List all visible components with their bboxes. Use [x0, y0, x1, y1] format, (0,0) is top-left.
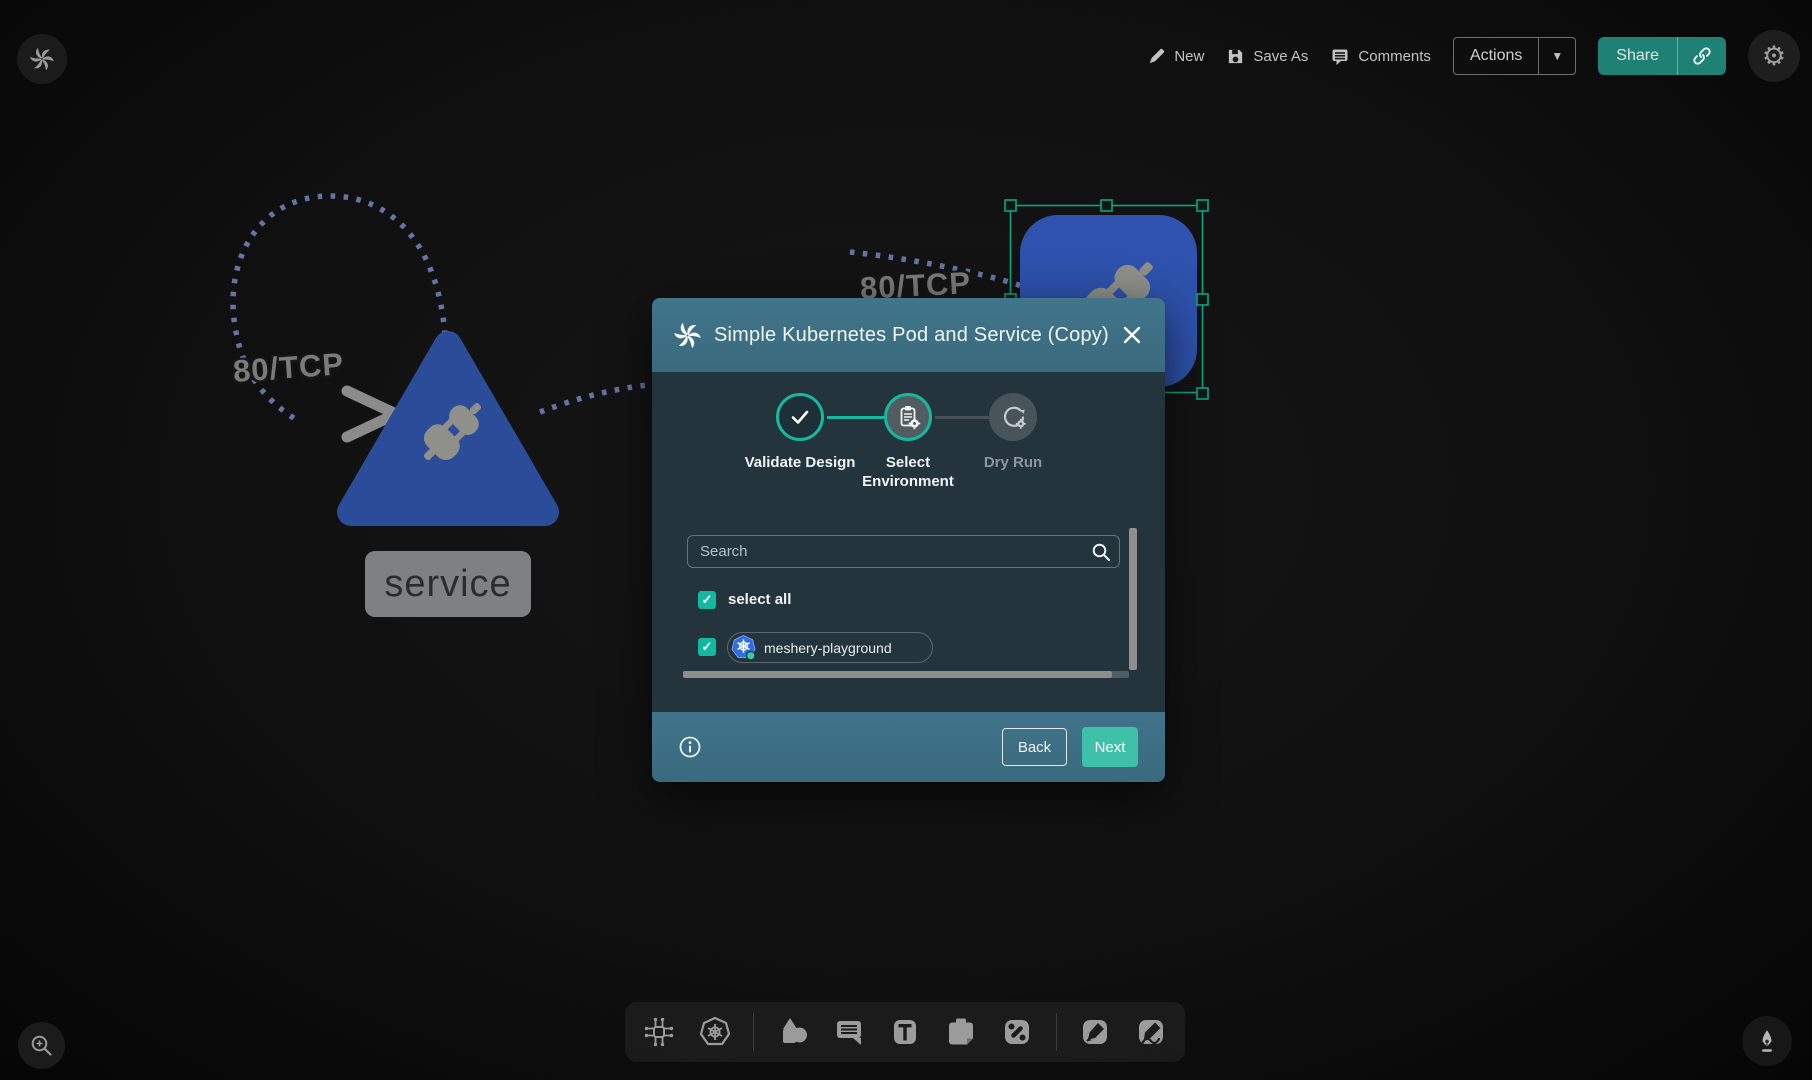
- actions-button[interactable]: Actions ▼: [1453, 37, 1576, 75]
- info-icon[interactable]: [678, 735, 702, 759]
- service-node-label[interactable]: service: [365, 551, 531, 617]
- save-as-label: Save As: [1253, 48, 1308, 65]
- step-connector-done: [827, 416, 884, 419]
- link-nodes-icon[interactable]: [999, 1014, 1035, 1050]
- clipboard-gear-icon: [893, 402, 923, 432]
- share-button[interactable]: Share: [1598, 37, 1726, 75]
- kubernetes-icon: [731, 634, 757, 661]
- back-button[interactable]: Back: [1002, 728, 1067, 766]
- gear-icon: ⚙: [1762, 41, 1786, 72]
- comments-button[interactable]: Comments: [1330, 46, 1431, 66]
- note-icon[interactable]: [943, 1014, 979, 1050]
- settings-button[interactable]: ⚙: [1748, 30, 1800, 82]
- canvas-tool-dock: [625, 1002, 1185, 1062]
- next-button[interactable]: Next: [1082, 727, 1138, 767]
- step-dry-run[interactable]: [989, 393, 1037, 441]
- check-icon: [788, 405, 812, 429]
- save-icon: [1226, 47, 1245, 66]
- component-icon[interactable]: [641, 1014, 677, 1050]
- dialog-header: Simple Kubernetes Pod and Service (Copy): [652, 298, 1165, 372]
- meshery-design-canvas: 80/TCP 80/TCP service New Sa: [0, 0, 1812, 1080]
- step-validate-design[interactable]: [776, 393, 824, 441]
- pencil-icon: [1147, 47, 1166, 66]
- horizontal-scrollbar[interactable]: [683, 671, 1129, 678]
- step-connector-pending: [935, 416, 989, 419]
- comments-icon: [1330, 46, 1350, 66]
- deploy-dialog: Simple Kubernetes Pod and Service (Copy): [652, 298, 1165, 782]
- dock-divider: [753, 1013, 754, 1051]
- dry-run-icon: [998, 402, 1028, 432]
- text-tool-icon[interactable]: [887, 1014, 923, 1050]
- link-icon[interactable]: [1677, 37, 1726, 75]
- close-icon[interactable]: [1121, 324, 1143, 346]
- search-input[interactable]: [687, 535, 1120, 568]
- dialog-footer: Back Next: [652, 712, 1165, 782]
- dock-divider: [1056, 1013, 1057, 1051]
- save-as-button[interactable]: Save As: [1226, 47, 1308, 66]
- shapes-icon[interactable]: [775, 1014, 811, 1050]
- step-select-environment[interactable]: [884, 393, 932, 441]
- pen-nib-button[interactable]: [1742, 1016, 1792, 1066]
- environment-name: meshery-playground: [764, 640, 892, 656]
- service-triangle-node[interactable]: [351, 345, 545, 512]
- new-label: New: [1174, 48, 1204, 65]
- select-all-label: select all: [728, 591, 791, 608]
- select-all-checkbox[interactable]: ✓: [698, 591, 716, 609]
- new-button[interactable]: New: [1147, 47, 1204, 66]
- top-toolbar: New Save As Comments Actions ▼ Share: [1147, 30, 1800, 82]
- step-label-dry-run: Dry Run: [951, 453, 1075, 472]
- meshery-logo-icon: [674, 322, 701, 349]
- environment-search: [687, 535, 1120, 568]
- vertical-scrollbar[interactable]: [1129, 528, 1137, 670]
- pen-arrow-icon[interactable]: [1077, 1014, 1113, 1050]
- dialog-title: Simple Kubernetes Pod and Service (Copy): [714, 324, 1109, 347]
- meshery-menu-button[interactable]: [17, 34, 67, 84]
- share-label: Share: [1598, 37, 1677, 75]
- step-label-validate-design: Validate Design: [738, 453, 862, 472]
- pen-nib-icon: [1753, 1027, 1781, 1055]
- caret-down-icon[interactable]: ▼: [1538, 38, 1575, 74]
- meshery-menu-icon: [30, 47, 54, 71]
- search-icon[interactable]: [1091, 542, 1111, 562]
- kubernetes-icon[interactable]: [697, 1014, 733, 1050]
- environment-chip[interactable]: meshery-playground: [727, 632, 933, 663]
- comment-icon[interactable]: [831, 1014, 867, 1050]
- freehand-icon[interactable]: [1133, 1014, 1169, 1050]
- zoom-in-button[interactable]: [18, 1022, 65, 1069]
- actions-label: Actions: [1454, 38, 1538, 74]
- zoom-in-icon: [29, 1033, 55, 1059]
- comments-label: Comments: [1358, 48, 1431, 65]
- environment-checkbox[interactable]: ✓: [698, 638, 716, 656]
